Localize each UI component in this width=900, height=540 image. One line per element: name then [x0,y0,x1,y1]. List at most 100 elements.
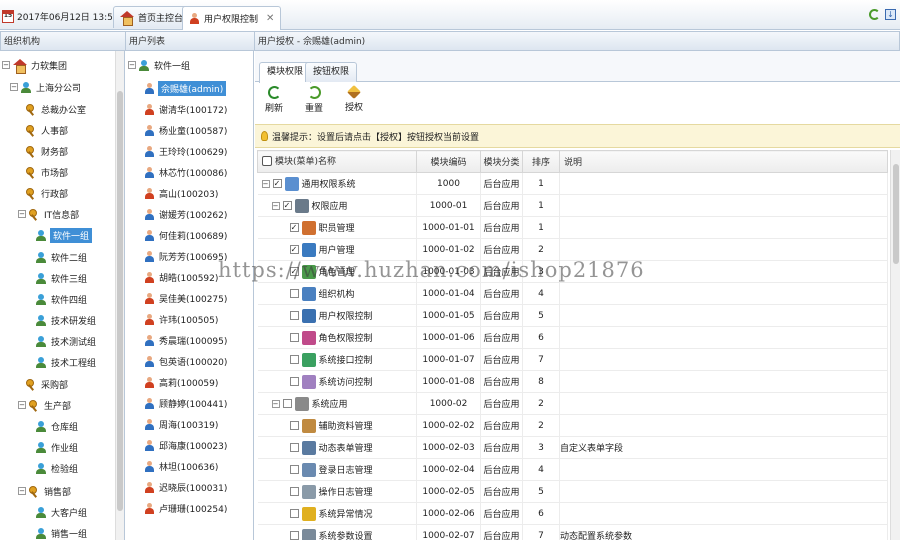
tree-node-team[interactable]: 销售一组 [36,523,88,540]
user-group-node[interactable]: − 软件一组 [128,55,191,75]
module-checkbox[interactable]: ✓ [289,223,299,232]
user-item[interactable]: 何佳莉(100689) [144,225,228,245]
collapse-icon[interactable]: − [18,401,26,409]
module-checkbox[interactable] [289,289,299,298]
user-item[interactable]: 高山(100203) [144,183,219,203]
module-row[interactable]: 操作日志管理 1000-02-05 后台应用 5 [257,480,888,503]
module-checkbox[interactable]: ✓ [289,267,299,276]
tab-button-permission[interactable]: 按钮权限 [305,62,358,82]
user-item[interactable]: 吴佳美(100275) [144,288,228,308]
module-row[interactable]: 动态表单管理 1000-02-03 后台应用 3 自定义表单字段 [257,436,888,459]
user-item[interactable]: 迟晓辰(100031) [144,477,228,497]
tab-home-console[interactable]: 首页主控台 [113,6,191,28]
grid-scrollbar[interactable] [890,150,900,540]
user-item[interactable]: 周海(100319) [144,414,219,434]
grant-button[interactable]: 授权 [339,84,369,120]
tree-node-dept[interactable]: − 销售部 [18,481,72,501]
tree-node-dept[interactable]: − 生产部 [18,395,72,415]
collapse-icon[interactable]: − [128,61,136,69]
tree-node-dept[interactable]: 人事部 [26,120,69,140]
tree-node-dept[interactable]: 总裁办公室 [26,99,87,119]
tree-node-team[interactable]: 技术工程组 [36,352,97,372]
user-item[interactable]: 高莉(100059) [144,372,219,392]
module-row[interactable]: − ✓ 权限应用 1000-01 后台应用 1 [257,194,888,217]
module-checkbox[interactable] [289,509,299,518]
tree-node-team[interactable]: 软件二组 [36,247,88,267]
tree-node-dept[interactable]: 行政部 [26,183,69,203]
tree-node-team[interactable]: 技术研发组 [36,310,97,330]
refresh-button[interactable]: 刷新 [259,86,289,120]
user-item[interactable]: 卢珊珊(100254) [144,498,228,518]
collapse-icon[interactable]: − [271,201,280,210]
user-item[interactable]: 林坦(100636) [144,456,219,476]
module-row[interactable]: 系统参数设置 1000-02-07 后台应用 7 动态配置系统参数 [257,524,888,540]
collapse-icon[interactable]: − [10,83,18,91]
col-header-code[interactable]: 模块编码 [416,150,481,173]
tree-node-team[interactable]: 软件三组 [36,268,88,288]
col-header-sort[interactable]: 排序 [522,150,560,173]
tree-node-dept[interactable]: 财务部 [26,141,69,161]
module-checkbox[interactable] [289,311,299,320]
module-row[interactable]: 系统异常情况 1000-02-06 后台应用 6 [257,502,888,525]
tree-node-branch[interactable]: − 上海分公司 [10,77,82,97]
tree-node-root[interactable]: − 力软集团 [2,55,68,75]
module-row[interactable]: 登录日志管理 1000-02-04 后台应用 4 [257,458,888,481]
user-item-selected[interactable]: 佘赐雄(admin) [144,78,227,98]
tree-node-team[interactable]: 仓库组 [36,416,79,436]
tree-node-team-selected[interactable]: 软件一组 [36,225,93,245]
module-row[interactable]: 系统接口控制 1000-01-07 后台应用 7 [257,348,888,371]
module-checkbox[interactable]: ✓ [289,245,299,254]
module-row[interactable]: 系统访问控制 1000-01-08 后台应用 8 [257,370,888,393]
refresh-icon[interactable] [869,9,880,20]
user-item[interactable]: 谢媛芳(100262) [144,204,228,224]
user-item[interactable]: 杨业童(100587) [144,120,228,140]
user-item[interactable]: 王玲玲(100629) [144,141,228,161]
user-item[interactable]: 阮芳芳(100695) [144,246,228,266]
collapse-icon[interactable]: − [18,210,26,218]
module-checkbox[interactable] [289,333,299,342]
module-checkbox[interactable] [289,355,299,364]
reset-button[interactable]: 重置 [299,86,329,120]
download-icon[interactable]: ↓ [885,9,896,20]
user-item[interactable]: 谢清华(100172) [144,99,228,119]
module-checkbox[interactable] [282,399,292,408]
module-checkbox[interactable]: ✓ [272,179,282,188]
tab-module-permission[interactable]: 模块权限 [259,62,312,83]
user-item[interactable]: 胡皓(100592) [144,267,219,287]
tree-node-team[interactable]: 技术测试组 [36,331,97,351]
user-item[interactable]: 邱海康(100023) [144,435,228,455]
collapse-icon[interactable]: − [261,179,270,188]
module-checkbox[interactable] [289,531,299,540]
col-header-desc[interactable]: 说明 [559,150,888,173]
tab-user-permission[interactable]: 用户权限控制 ✕ [182,6,282,30]
col-header-category[interactable]: 模块分类 [480,150,523,173]
module-row[interactable]: ✓ 职员管理 1000-01-01 后台应用 1 [257,216,888,239]
tree-node-team[interactable]: 检验组 [36,458,79,478]
module-checkbox[interactable] [289,421,299,430]
tree-node-team[interactable]: 软件四组 [36,289,88,309]
module-row[interactable]: 角色权限控制 1000-01-06 后台应用 6 [257,326,888,349]
module-row[interactable]: − 系统应用 1000-02 后台应用 2 [257,392,888,415]
user-item[interactable]: 顾静婷(100441) [144,393,228,413]
module-checkbox[interactable] [289,377,299,386]
collapse-icon[interactable]: − [2,61,10,69]
collapse-icon[interactable]: − [18,487,26,495]
tree-node-dept[interactable]: − IT信息部 [18,204,80,224]
module-row[interactable]: ✓ 角色管理 1000-01-03 后台应用 3 [257,260,888,283]
user-item[interactable]: 许玮(100505) [144,309,219,329]
module-row[interactable]: 组织机构 1000-01-04 后台应用 4 [257,282,888,305]
user-item[interactable]: 秀晨瑞(100095) [144,330,228,350]
tree-node-team[interactable]: 作业组 [36,437,79,457]
user-item[interactable]: 林芯竹(100086) [144,162,228,182]
scrollbar-thumb[interactable] [893,164,899,264]
module-checkbox[interactable] [289,443,299,452]
module-row[interactable]: 用户权限控制 1000-01-05 后台应用 5 [257,304,888,327]
module-row[interactable]: 辅助资料管理 1000-02-02 后台应用 2 [257,414,888,437]
col-header-name[interactable]: 模块(菜单)名称 [257,150,417,173]
module-checkbox[interactable] [289,465,299,474]
module-checkbox[interactable] [289,487,299,496]
scrollbar-thumb[interactable] [117,91,123,511]
collapse-icon[interactable]: − [271,399,280,408]
module-checkbox[interactable]: ✓ [282,201,292,210]
tree-node-dept[interactable]: 采购部 [26,374,69,394]
